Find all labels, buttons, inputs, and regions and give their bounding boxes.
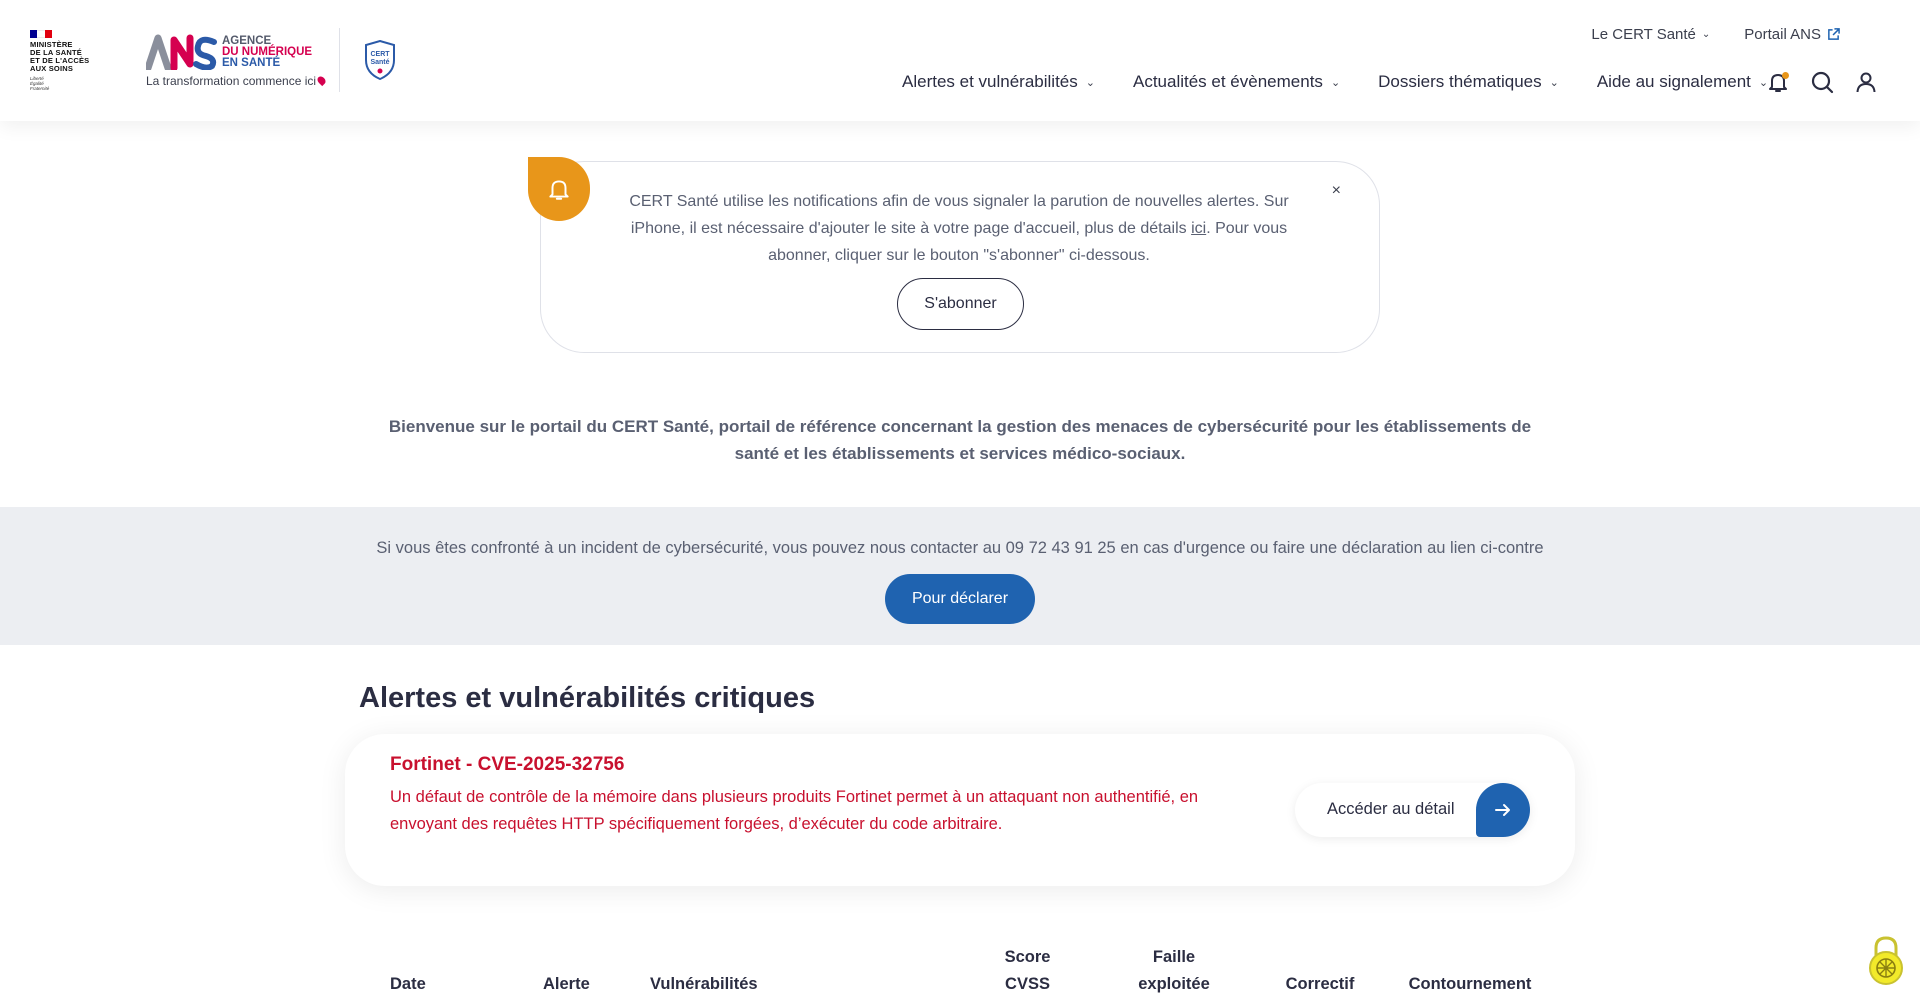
chevron-down-icon: ⌄ [1085,76,1095,89]
bell-icon[interactable] [1766,70,1790,94]
pin-icon [315,74,328,87]
notification-dot [1782,72,1789,79]
top-link-portail-ans[interactable]: Portail ANS [1744,26,1840,43]
cert-logo-line1: CERT [370,51,390,58]
ans-logo[interactable]: AGENCE DU NUMÉRIQUE EN SANTÉ La transfor… [146,34,328,90]
user-icon[interactable] [1854,70,1878,94]
column-header-correctif[interactable]: Correctif [1280,944,1360,993]
header-icons [1766,70,1878,94]
top-link-cert-sante[interactable]: Le CERT Santé ⌄ [1591,26,1710,43]
ans-tagline: La transformation commence ici [146,74,328,88]
view-detail-button[interactable]: Accéder au détail [1295,783,1530,837]
chevron-down-icon: ⌄ [1701,29,1711,40]
column-header-date[interactable]: Date [390,944,426,993]
notification-details-link[interactable]: ici [1191,220,1206,237]
chevron-down-icon: ⌄ [1330,76,1341,89]
arrow-right-icon [1476,783,1530,837]
section-title: Alertes et vulnérabilités critiques [359,682,816,714]
french-flag-icon [30,30,52,38]
alert-title[interactable]: Fortinet - CVE-2025-32756 [390,754,624,776]
contact-band: Si vous êtes confronté à un incident de … [0,507,1920,645]
chevron-down-icon: ⌄ [1549,76,1559,89]
column-header-score-cvss[interactable]: Score CVSS [1000,944,1055,993]
nav-actualites[interactable]: Actualités et évènements ⌄ [1133,72,1340,92]
external-link-icon [1828,28,1840,40]
search-icon[interactable] [1810,70,1834,94]
alerts-table-header: Date Alerte Vulnérabilités Score CVSS Fai… [0,944,1920,993]
ans-name: AGENCE DU NUMÉRIQUE EN SANTÉ [222,35,313,69]
site-header: MINISTÈRE DE LA SANTÉ ET DE L'ACCÈS AUX … [0,0,1920,121]
top-links: Le CERT Santé ⌄ Portail ANS [1591,26,1840,43]
close-icon[interactable]: × [1332,182,1341,200]
column-header-contournement[interactable]: Contournement [1405,944,1535,993]
column-header-faille-exploitee[interactable]: Faille exploitée [1134,944,1214,993]
ministere-name: MINISTÈRE DE LA SANTÉ ET DE L'ACCÈS AUX … [30,40,90,73]
declare-button[interactable]: Pour déclarer [885,574,1035,624]
accessibility-icon[interactable] [1866,934,1906,986]
column-header-alerte[interactable]: Alerte [543,944,590,993]
header-divider [339,28,340,92]
cert-logo-line2: Santé [370,59,389,66]
bell-icon [549,180,569,200]
nav-alertes[interactable]: Alertes et vulnérabilités ⌄ [902,72,1095,92]
contact-text: Si vous êtes confronté à un incident de … [376,539,1544,557]
alert-card: Fortinet - CVE-2025-32756 Un défaut de c… [345,734,1575,886]
republic-motto: Liberté Égalité Fraternité [30,76,50,91]
notification-badge [528,157,590,221]
nav-dossiers[interactable]: Dossiers thématiques ⌄ [1378,72,1559,92]
alert-description: Un défaut de contrôle de la mémoire dans… [390,788,1199,833]
ministere-logo[interactable]: MINISTÈRE DE LA SANTÉ ET DE L'ACCÈS AUX … [30,30,100,91]
main-nav: Alertes et vulnérabilités ⌄ Actualités et… [902,72,1806,92]
notification-banner: CERT Santé utilise les notifications afi… [528,157,1380,353]
nav-aide-signalement[interactable]: Aide au signalement ⌄ [1597,72,1768,92]
ans-mark-icon [146,34,217,70]
cert-sante-logo[interactable]: CERT Santé [364,40,396,80]
subscribe-button[interactable]: S'abonner [897,278,1024,330]
column-header-vulnerabilites[interactable]: Vulnérabilités [650,944,758,993]
notification-text: CERT Santé utilise les notifications afi… [629,193,1289,264]
welcome-text: Bienvenue sur le portail du CERT Santé, … [388,417,1532,463]
